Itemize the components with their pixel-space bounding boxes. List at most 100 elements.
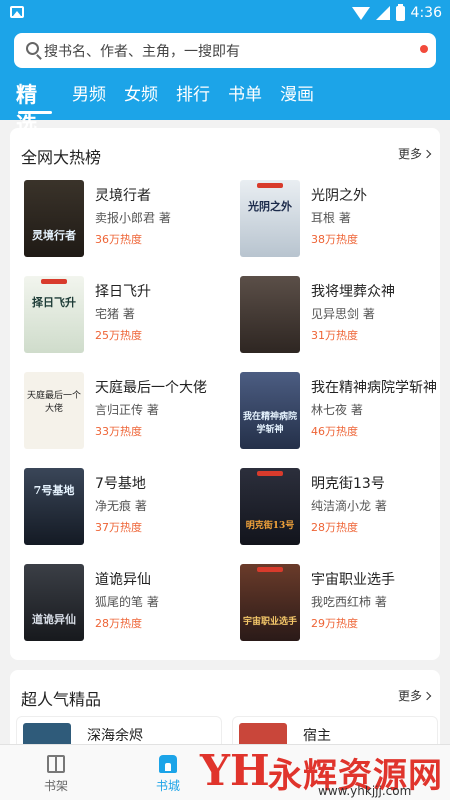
cover-title: 7号基地: [33, 484, 75, 497]
book-author: 耳根 著: [311, 211, 351, 225]
more-label: 更多: [397, 689, 422, 703]
book-item[interactable]: 我将埋葬众神 见异思剑 著 31万热度: [240, 276, 450, 356]
book-heat: 31万热度: [311, 329, 358, 342]
cover-title: 择日飞升: [32, 296, 76, 309]
book-author: 我吃西红柿 著: [311, 595, 387, 609]
section-title: 超人气精品: [21, 690, 102, 709]
book-cover[interactable]: 宇宙职业选手: [240, 564, 300, 641]
book-name: 择日飞升: [95, 284, 151, 300]
book-item[interactable]: 7号基地 7号基地 净无痕 著 37万热度: [24, 468, 234, 548]
more-button[interactable]: 更多: [397, 687, 432, 704]
cover-badge: [41, 279, 67, 284]
book-author: 宅猪 著: [95, 307, 135, 321]
cover-title: 宇宙职业选手: [242, 617, 297, 627]
book-cover[interactable]: 光阴之外: [240, 180, 300, 257]
book-cover[interactable]: 我在精神病院学斩神: [240, 372, 300, 449]
chevron-right-icon: [422, 691, 432, 701]
book-heat: 46万热度: [311, 425, 358, 438]
book-cover[interactable]: 灵境行者: [24, 180, 84, 257]
popular-book-item[interactable]: 深海余烬: [16, 716, 222, 747]
book-name: 道诡异仙: [95, 572, 151, 588]
book-heat: 36万热度: [95, 233, 142, 246]
book-cover[interactable]: [240, 276, 300, 353]
chevron-right-icon: [422, 149, 432, 159]
tab-female[interactable]: 女频: [108, 80, 160, 114]
bookstore-icon: [159, 755, 177, 773]
book-author: 言归正传 著: [95, 403, 159, 417]
book-cover[interactable]: 择日飞升: [24, 276, 84, 353]
book-heat: 29万热度: [311, 617, 358, 630]
book-author: 纯洁滴小龙 著: [311, 499, 387, 513]
book-heat: 33万热度: [95, 425, 142, 438]
section-title: 全网大热榜: [21, 148, 102, 167]
book-cover[interactable]: 明克街13号: [240, 468, 300, 545]
book-name: 光阴之外: [311, 188, 367, 204]
book-author: 见异思剑 著: [311, 307, 375, 321]
book-item[interactable]: 灵境行者 灵境行者 卖报小郎君 著 36万热度: [24, 180, 234, 260]
book-item[interactable]: 择日飞升 择日飞升 宅猪 著 25万热度: [24, 276, 234, 356]
book-name: 天庭最后一个大佬: [95, 380, 207, 396]
book-name: 宿主: [303, 728, 331, 744]
book-item[interactable]: 天庭最后一个大佬 天庭最后一个大佬 言归正传 著 33万热度: [24, 372, 234, 452]
status-right: 4:36: [351, 3, 442, 23]
popular-card: 超人气精品 更多 深海余烬 宿主: [10, 670, 440, 747]
nav-label: 书架: [43, 779, 68, 793]
cover-title: 天庭最后一个大佬: [26, 391, 81, 414]
cover-title: 明克街13号: [245, 521, 295, 531]
cover-title: 光阴之外: [248, 200, 292, 213]
book-item[interactable]: 光阴之外 光阴之外 耳根 著 38万热度: [240, 180, 450, 260]
cover-badge: [257, 567, 283, 572]
book-cover[interactable]: 天庭最后一个大佬: [24, 372, 84, 449]
book-name: 7号基地: [95, 476, 146, 492]
cover-badge: [257, 471, 283, 476]
tab-featured[interactable]: 精选: [0, 80, 56, 137]
status-bar: 4:36: [0, 0, 450, 26]
status-time: 4:36: [410, 5, 442, 21]
book-heat: 28万热度: [95, 617, 142, 630]
book-name: 我将埋葬众神: [311, 284, 395, 300]
battery-icon: [395, 3, 405, 21]
bookshelf-icon: [47, 755, 65, 773]
cover-badge: [257, 183, 283, 188]
search-icon: [26, 42, 39, 55]
signal-icon: [375, 6, 390, 20]
nav-bookshelf[interactable]: 书架: [26, 753, 86, 794]
book-cover[interactable]: 7号基地: [24, 468, 84, 545]
popular-book-item[interactable]: 宿主: [232, 716, 438, 747]
more-button[interactable]: 更多: [398, 145, 432, 162]
cover-title: 我在精神病院学斩神: [242, 412, 297, 435]
book-item[interactable]: 我在精神病院学斩神 我在精神病院学斩神 林七夜 著 46万热度: [240, 372, 450, 452]
book-name: 深海余烬: [87, 728, 143, 744]
book-heat: 38万热度: [311, 233, 358, 246]
cover-title: 道诡异仙: [32, 613, 76, 626]
tab-comics[interactable]: 漫画: [264, 80, 316, 114]
wifi-icon: [351, 6, 370, 20]
hot-list-card: 全网大热榜 更多 灵境行者 灵境行者 卖报小郎君 著 36万热度 光阴之外 光阴…: [10, 128, 440, 660]
book-heat: 28万热度: [311, 521, 358, 534]
book-author: 林七夜 著: [311, 403, 363, 417]
book-item[interactable]: 明克街13号 明克街13号 纯洁滴小龙 著 28万热度: [240, 468, 450, 548]
book-item[interactable]: 道诡异仙 道诡异仙 狐尾的笔 著 28万热度: [24, 564, 234, 644]
book-item[interactable]: 宇宙职业选手 宇宙职业选手 我吃西红柿 著 29万热度: [240, 564, 450, 644]
book-name: 明克街13号: [311, 476, 385, 492]
notification-dot: [420, 45, 428, 53]
book-heat: 37万热度: [95, 521, 142, 534]
search-bar[interactable]: 搜书名、作者、主角，一搜即有: [14, 33, 436, 68]
category-tabs: 精选 男频 女频 排行 书单 漫画: [0, 80, 450, 137]
watermark: YH 永辉资源网 www.yhkjjj.com: [196, 744, 450, 800]
book-author: 净无痕 著: [95, 499, 147, 513]
tab-male[interactable]: 男频: [56, 80, 108, 114]
gallery-icon: [10, 6, 24, 18]
book-author: 卖报小郎君 著: [95, 211, 171, 225]
tab-booklist[interactable]: 书单: [212, 80, 264, 114]
book-heat: 25万热度: [95, 329, 142, 342]
book-name: 宇宙职业选手: [311, 572, 395, 588]
tab-ranking[interactable]: 排行: [160, 80, 212, 114]
watermark-logo: YH: [200, 746, 270, 795]
nav-bookstore[interactable]: 书城: [138, 753, 198, 794]
nav-label: 书城: [155, 779, 180, 793]
cover-title: 灵境行者: [32, 229, 76, 242]
search-input[interactable]: 搜书名、作者、主角，一搜即有: [44, 41, 240, 61]
book-cover[interactable]: 道诡异仙: [24, 564, 84, 641]
book-name: 我在精神病院学斩神: [311, 380, 437, 396]
